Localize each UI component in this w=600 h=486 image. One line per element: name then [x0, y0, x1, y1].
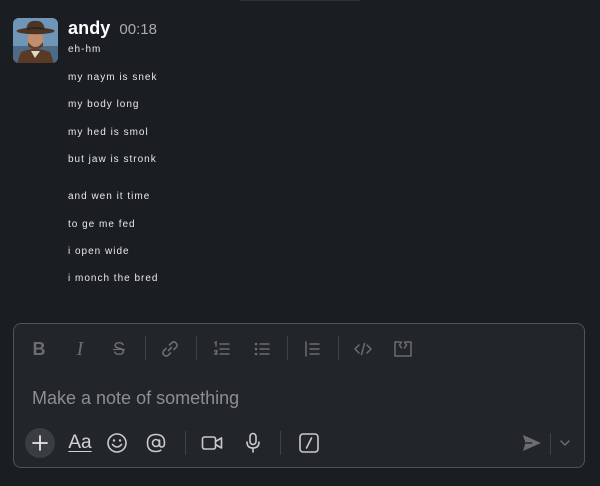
- text-formatting-button[interactable]: Aa: [62, 428, 98, 458]
- bulleted-list-button[interactable]: [249, 336, 275, 362]
- message-timestamp[interactable]: 00:18: [119, 21, 157, 38]
- formatting-toolbar: B I S: [14, 324, 584, 372]
- avatar-image: [13, 18, 58, 63]
- message-composer: B I S Make a note of something Aa: [13, 323, 585, 468]
- toolbar-divider: [338, 336, 339, 360]
- message-header: andy 00:18: [68, 18, 157, 40]
- send-button[interactable]: [517, 428, 547, 458]
- top-divider: [240, 0, 360, 1]
- message-line: and wen it time: [68, 191, 151, 202]
- send-options-button[interactable]: [554, 428, 576, 458]
- code-button[interactable]: [350, 336, 376, 362]
- italic-icon: I: [76, 337, 84, 360]
- toolbar-divider: [196, 336, 197, 360]
- italic-button[interactable]: I: [67, 336, 93, 362]
- message-line: i monch the bred: [68, 273, 159, 284]
- author-name[interactable]: andy: [68, 18, 110, 39]
- bold-icon: B: [32, 338, 46, 359]
- bulleted-list-icon: [254, 342, 270, 356]
- link-icon: [162, 341, 178, 357]
- toolbar-divider: [280, 431, 281, 455]
- toolbar-divider: [145, 336, 146, 360]
- slash-command-icon: [299, 433, 319, 453]
- at-sign-icon: [146, 433, 166, 453]
- plus-icon: [32, 435, 48, 451]
- video-camera-icon: [201, 436, 223, 450]
- text-formatting-icon: Aa: [68, 432, 92, 453]
- blockquote-button[interactable]: [299, 336, 325, 362]
- toolbar-divider: [287, 336, 288, 360]
- code-block-button[interactable]: [390, 336, 416, 362]
- ordered-list-icon: [213, 340, 230, 355]
- message-line: my naym is snek: [68, 72, 158, 83]
- message-line: eh-hm: [68, 44, 102, 55]
- link-button[interactable]: [157, 336, 183, 362]
- emoji-button[interactable]: [102, 428, 132, 458]
- strikethrough-icon: S: [112, 338, 125, 359]
- send-icon: [523, 435, 541, 451]
- audio-clip-button[interactable]: [238, 428, 268, 458]
- code-block-icon: [394, 341, 412, 357]
- chevron-down-icon: [560, 440, 570, 446]
- microphone-icon: [246, 432, 260, 453]
- code-icon: [354, 342, 372, 356]
- avatar[interactable]: [13, 18, 58, 63]
- shortcuts-button[interactable]: [294, 428, 324, 458]
- emoji-icon: [107, 433, 127, 453]
- video-clip-button[interactable]: [197, 428, 227, 458]
- strikethrough-button[interactable]: S: [106, 336, 132, 362]
- toolbar-divider: [185, 431, 186, 455]
- message-line: but jaw is stronk: [68, 154, 157, 165]
- message-line: to ge me fed: [68, 219, 136, 230]
- ordered-list-button[interactable]: [209, 336, 235, 362]
- message-line: i open wide: [68, 246, 130, 257]
- mention-button[interactable]: [141, 428, 171, 458]
- bold-button[interactable]: B: [26, 336, 52, 362]
- blockquote-icon: [305, 341, 320, 357]
- message-input[interactable]: [30, 382, 564, 414]
- message-line: my hed is smol: [68, 127, 149, 138]
- toolbar-divider: [550, 433, 551, 455]
- add-attachment-button[interactable]: [25, 428, 55, 458]
- message-line: my body long: [68, 99, 140, 110]
